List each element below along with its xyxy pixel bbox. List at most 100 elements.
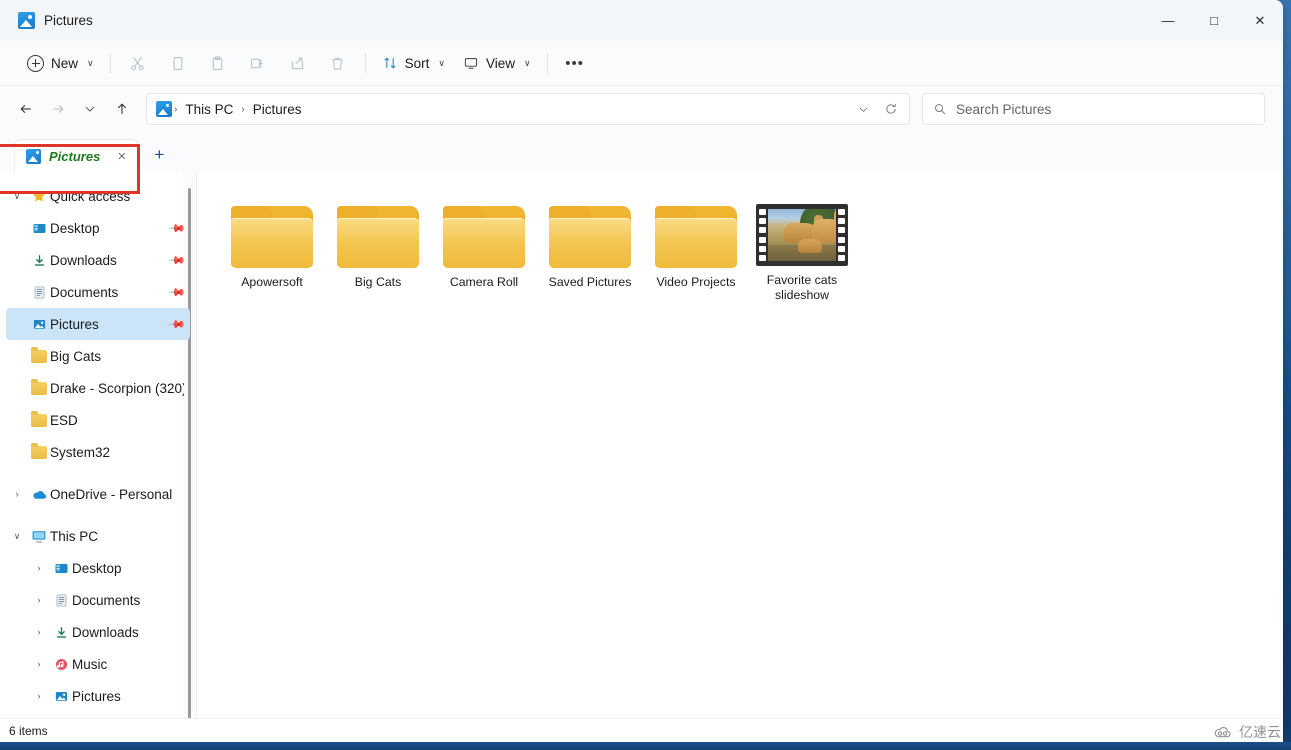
sidebar-item-downloads[interactable]: Downloads 📌: [6, 244, 190, 276]
sidebar-item-drake-scorpion[interactable]: Drake - Scorpion (320): [6, 372, 190, 404]
chevron-down-icon[interactable]: ∨: [6, 531, 28, 542]
sidebar-item-pc-music[interactable]: › Music: [6, 648, 190, 680]
sidebar-item-label: Documents: [50, 284, 119, 300]
document-icon: [28, 285, 50, 300]
arrow-left-icon: [20, 104, 31, 114]
folder-icon: [28, 411, 50, 427]
scissors-icon: [131, 56, 144, 70]
pin-icon[interactable]: 📌: [168, 251, 187, 269]
address-bar[interactable]: › This PC › Pictures: [146, 93, 910, 125]
download-icon: [50, 625, 72, 640]
chevron-right-icon[interactable]: ›: [28, 659, 50, 669]
item-label: Video Projects: [656, 275, 736, 289]
file-explorer-window: Pictures — □ ✕ New ∨ Sort ∨ View ∨ ••• ›…: [0, 0, 1283, 742]
close-button[interactable]: ✕: [1237, 0, 1283, 41]
minimize-button[interactable]: —: [1145, 0, 1191, 41]
tab-close-icon[interactable]: ✕: [112, 147, 131, 166]
refresh-icon: [886, 103, 896, 114]
file-list-view[interactable]: Apowersoft Big Cats Camera Roll Saved Pi…: [196, 172, 1283, 718]
share-icon: [291, 56, 304, 69]
item-label: Camera Roll: [449, 275, 519, 289]
view-button[interactable]: View ∨: [454, 47, 540, 79]
breadcrumb-item-pictures[interactable]: Pictures: [247, 99, 308, 120]
arrow-right-icon: [53, 104, 64, 114]
sidebar-group-this-pc[interactable]: ∨ This PC: [6, 520, 190, 552]
sidebar-item-pc-desktop[interactable]: › Desktop: [6, 552, 190, 584]
chevron-right-icon[interactable]: ›: [28, 595, 50, 605]
sidebar-group-onedrive[interactable]: › OneDrive - Personal: [6, 478, 190, 510]
sidebar-item-desktop[interactable]: Desktop 📌: [6, 212, 190, 244]
search-input[interactable]: Search Pictures: [956, 102, 1051, 117]
sort-arrows-icon: [383, 57, 396, 69]
clipboard-icon: [212, 55, 223, 70]
navigation-pane: ∨ Quick access Desktop 📌 Downloads 📌 Doc…: [0, 172, 196, 718]
pin-icon[interactable]: 📌: [168, 315, 187, 333]
sidebar-item-pc-downloads[interactable]: › Downloads: [6, 616, 190, 648]
paste-button[interactable]: [198, 47, 238, 79]
new-button-label: New: [51, 55, 79, 71]
maximize-button[interactable]: □: [1191, 0, 1237, 41]
up-button[interactable]: [106, 93, 138, 125]
new-tab-button[interactable]: +: [146, 142, 172, 168]
address-bar-row: › This PC › Pictures Search Pictures: [0, 86, 1283, 132]
monitor-icon: [464, 58, 478, 69]
sidebar-item-pictures[interactable]: Pictures 📌: [6, 308, 190, 340]
item-label: Apowersoft: [241, 275, 303, 289]
sidebar-item-esd[interactable]: ESD: [6, 404, 190, 436]
view-button-label: View: [485, 55, 515, 71]
toolbar-divider-1: [109, 53, 111, 73]
chevron-right-icon[interactable]: ›: [28, 563, 50, 573]
sidebar-group-quick-access[interactable]: ∨ Quick access: [6, 180, 190, 212]
sidebar-item-documents[interactable]: Documents 📌: [6, 276, 190, 308]
forward-button[interactable]: [42, 93, 74, 125]
rename-button[interactable]: [238, 47, 278, 79]
video-thumbnail-icon: [756, 204, 848, 266]
chevron-down-icon: ∨: [87, 57, 94, 68]
breadcrumb-item-this-pc[interactable]: This PC: [179, 99, 239, 120]
chevron-down-icon: [859, 107, 867, 112]
plus-circle-icon: [27, 54, 44, 72]
new-button[interactable]: New ∨: [18, 47, 103, 79]
sidebar-item-label: System32: [50, 444, 111, 460]
list-item[interactable]: Big Cats: [325, 198, 431, 311]
sort-button[interactable]: Sort ∨: [373, 47, 454, 79]
sidebar-group-label: OneDrive - Personal: [50, 486, 173, 502]
sidebar-item-big-cats[interactable]: Big Cats: [6, 340, 190, 372]
arrow-up-icon: [117, 103, 127, 114]
list-item[interactable]: Favorite cats slideshow: [749, 198, 855, 311]
list-item[interactable]: Apowersoft: [219, 198, 325, 311]
sidebar-item-label: Pictures: [50, 316, 99, 332]
list-item[interactable]: Saved Pictures: [537, 198, 643, 311]
delete-button[interactable]: [318, 47, 358, 79]
chevron-right-icon[interactable]: ›: [6, 489, 28, 499]
list-item[interactable]: Video Projects: [643, 198, 749, 311]
cut-button[interactable]: [118, 47, 158, 79]
back-button[interactable]: [10, 93, 42, 125]
window-title: Pictures: [44, 13, 93, 28]
recent-locations-button[interactable]: [74, 93, 106, 125]
sidebar-item-pc-pictures[interactable]: › Pictures: [6, 680, 190, 712]
chevron-right-icon[interactable]: ›: [28, 691, 50, 701]
pin-icon[interactable]: 📌: [168, 283, 187, 301]
sidebar-group-label: Quick access: [50, 188, 131, 204]
share-button[interactable]: [278, 47, 318, 79]
pin-icon[interactable]: 📌: [168, 219, 187, 237]
list-item[interactable]: Camera Roll: [431, 198, 537, 311]
refresh-button[interactable]: [877, 95, 905, 123]
address-dropdown-button[interactable]: [849, 95, 877, 123]
command-bar: New ∨ Sort ∨ View ∨ •••: [0, 41, 1283, 86]
copy-button[interactable]: [158, 47, 198, 79]
search-box[interactable]: Search Pictures: [922, 93, 1265, 125]
sidebar-item-pc-documents[interactable]: › Documents: [6, 584, 190, 616]
folder-icon: [231, 204, 313, 268]
download-icon: [28, 253, 50, 268]
sidebar-item-system32[interactable]: System32: [6, 436, 190, 468]
tab-pictures[interactable]: Pictures ✕: [14, 139, 140, 172]
watermark: 亿速云: [1212, 722, 1281, 742]
folder-icon: [337, 204, 419, 268]
chevron-down-icon[interactable]: ∨: [6, 191, 28, 202]
pictures-tab-icon: [26, 148, 41, 164]
chevron-right-icon[interactable]: ›: [28, 627, 50, 637]
see-more-button[interactable]: •••: [555, 47, 595, 79]
sidebar-item-label: Drake - Scorpion (320): [50, 380, 184, 396]
